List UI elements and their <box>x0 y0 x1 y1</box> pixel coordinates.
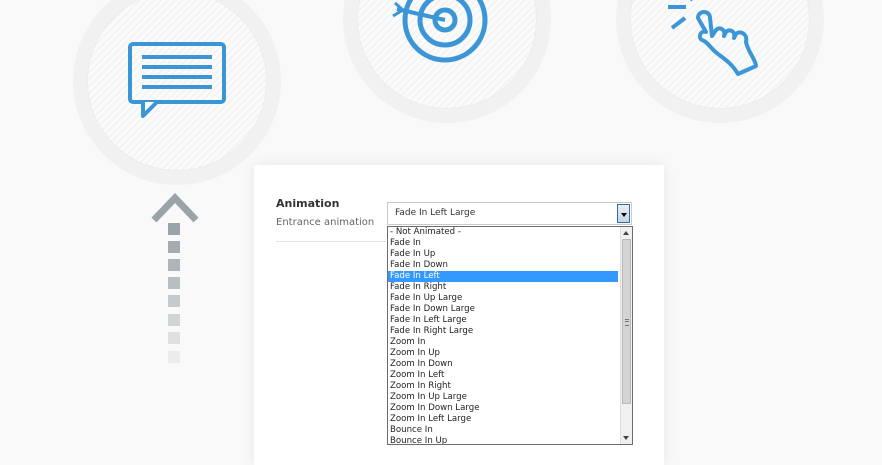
dropdown-option[interactable]: Zoom In Right <box>388 381 618 392</box>
dropdown-option[interactable]: Fade In Up <box>388 249 618 260</box>
dropdown-option[interactable]: Bounce In <box>388 425 618 436</box>
arrow-dot <box>168 223 180 235</box>
dropdown-option[interactable]: Zoom In Down Large <box>388 403 618 414</box>
scrollbar[interactable] <box>620 227 632 444</box>
divider <box>276 241 386 242</box>
dropdown-option[interactable]: Zoom In Left Large <box>388 414 618 425</box>
field-title: Animation <box>276 197 340 210</box>
arrow-dot <box>168 259 180 271</box>
dropdown-option[interactable]: Fade In Left <box>388 271 618 282</box>
up-arrow-icon <box>151 193 199 223</box>
tap-hand-icon <box>668 0 758 76</box>
dropdown-option[interactable]: Fade In Right <box>388 282 618 293</box>
select-value: Fade In Left Large <box>395 208 476 218</box>
dropdown-option[interactable]: Zoom In Up <box>388 348 618 359</box>
animation-select[interactable]: Fade In Left Large <box>387 202 632 225</box>
arrow-dot <box>168 351 180 363</box>
dropdown-option[interactable]: Fade In Right Large <box>388 326 618 337</box>
dropdown-option[interactable]: - Not Animated - <box>388 227 618 238</box>
field-description: Entrance animation <box>276 217 375 228</box>
dropdown-option[interactable]: Fade In Up Large <box>388 293 618 304</box>
dropdown-option[interactable]: Fade In Down <box>388 260 618 271</box>
dropdown-option[interactable]: Zoom In <box>388 337 618 348</box>
arrow-dot <box>168 241 180 253</box>
dropdown-option[interactable]: Bounce In Up <box>388 436 618 444</box>
chat-message-icon <box>128 42 226 118</box>
dropdown-option[interactable]: Zoom In Down <box>388 359 618 370</box>
scroll-down-icon[interactable] <box>623 436 629 440</box>
dropdown-option[interactable]: Fade In <box>388 238 618 249</box>
dropdown-option[interactable]: Fade In Down Large <box>388 304 618 315</box>
scroll-thumb[interactable] <box>622 239 631 404</box>
dropdown-option[interactable]: Zoom In Left <box>388 370 618 381</box>
scroll-up-icon[interactable] <box>623 231 629 235</box>
arrow-dot <box>168 314 180 326</box>
target-icon <box>392 0 488 63</box>
animation-dropdown-list[interactable]: - Not Animated - Fade In Fade In Up Fade In… <box>387 226 633 445</box>
arrow-dot <box>168 295 180 307</box>
dropdown-option[interactable]: Zoom In Up Large <box>388 392 618 403</box>
arrow-dot <box>168 332 180 344</box>
chevron-down-icon[interactable] <box>617 204 630 223</box>
arrow-dot <box>168 277 180 289</box>
dropdown-option[interactable]: Fade In Left Large <box>388 315 618 326</box>
grip-icon <box>625 319 629 326</box>
